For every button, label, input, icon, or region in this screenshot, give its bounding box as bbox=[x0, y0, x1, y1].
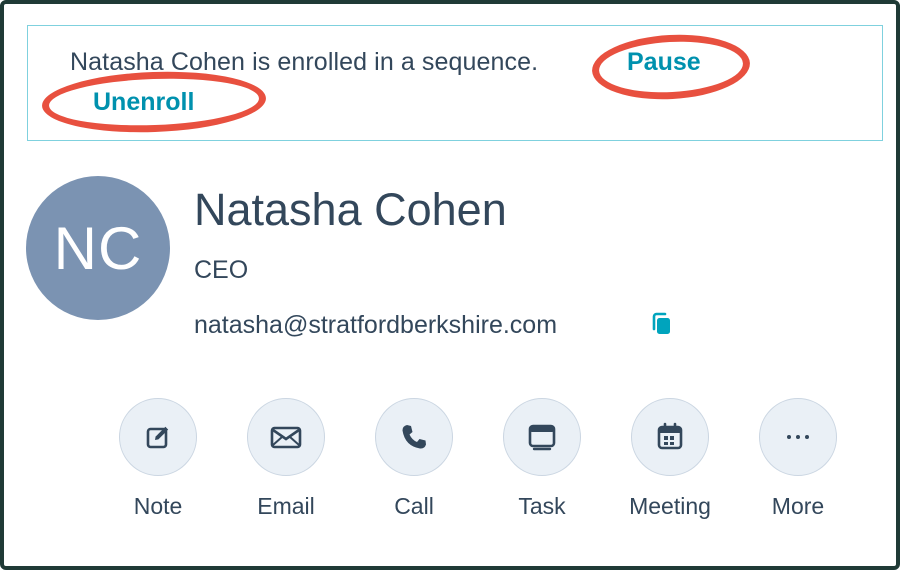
meeting-button[interactable] bbox=[631, 398, 709, 476]
call-action[interactable]: Call bbox=[350, 398, 478, 528]
activity-actions: Note Email Call Task Meeting More bbox=[94, 398, 837, 528]
note-button[interactable] bbox=[119, 398, 197, 476]
avatar: NC bbox=[26, 176, 170, 320]
more-action[interactable]: More bbox=[734, 398, 862, 528]
call-label: Call bbox=[394, 493, 434, 519]
meeting-icon bbox=[657, 422, 683, 450]
email-icon bbox=[270, 426, 302, 449]
email-action[interactable]: Email bbox=[222, 398, 350, 528]
task-button[interactable] bbox=[503, 398, 581, 476]
call-icon bbox=[402, 425, 426, 449]
task-icon bbox=[528, 424, 556, 451]
meeting-action[interactable]: Meeting bbox=[606, 398, 734, 528]
email-label: Email bbox=[257, 493, 315, 519]
meeting-label: Meeting bbox=[629, 493, 711, 519]
avatar-initials: NC bbox=[53, 214, 143, 282]
contact-card: Natasha Cohen is enrolled in a sequence.… bbox=[0, 0, 900, 570]
task-action[interactable]: Task bbox=[478, 398, 606, 528]
call-button[interactable] bbox=[375, 398, 453, 476]
copy-icon[interactable] bbox=[649, 310, 675, 338]
contact-name: Natasha Cohen bbox=[194, 184, 507, 235]
task-label: Task bbox=[518, 493, 566, 519]
contact-job-title: CEO bbox=[194, 256, 249, 284]
more-label: More bbox=[771, 493, 825, 519]
note-icon bbox=[146, 426, 169, 449]
contact-email: natasha@stratfordberkshire.com bbox=[194, 311, 558, 339]
more-button[interactable] bbox=[759, 398, 837, 476]
sequence-enrollment-banner bbox=[27, 25, 883, 141]
email-button[interactable] bbox=[247, 398, 325, 476]
pause-sequence-link[interactable]: Pause bbox=[627, 48, 701, 77]
note-action[interactable]: Note bbox=[94, 398, 222, 528]
unenroll-sequence-link[interactable]: Unenroll bbox=[93, 88, 194, 117]
more-icon bbox=[787, 435, 809, 439]
sequence-message: Natasha Cohen is enrolled in a sequence. bbox=[70, 48, 539, 76]
note-label: Note bbox=[133, 493, 183, 519]
